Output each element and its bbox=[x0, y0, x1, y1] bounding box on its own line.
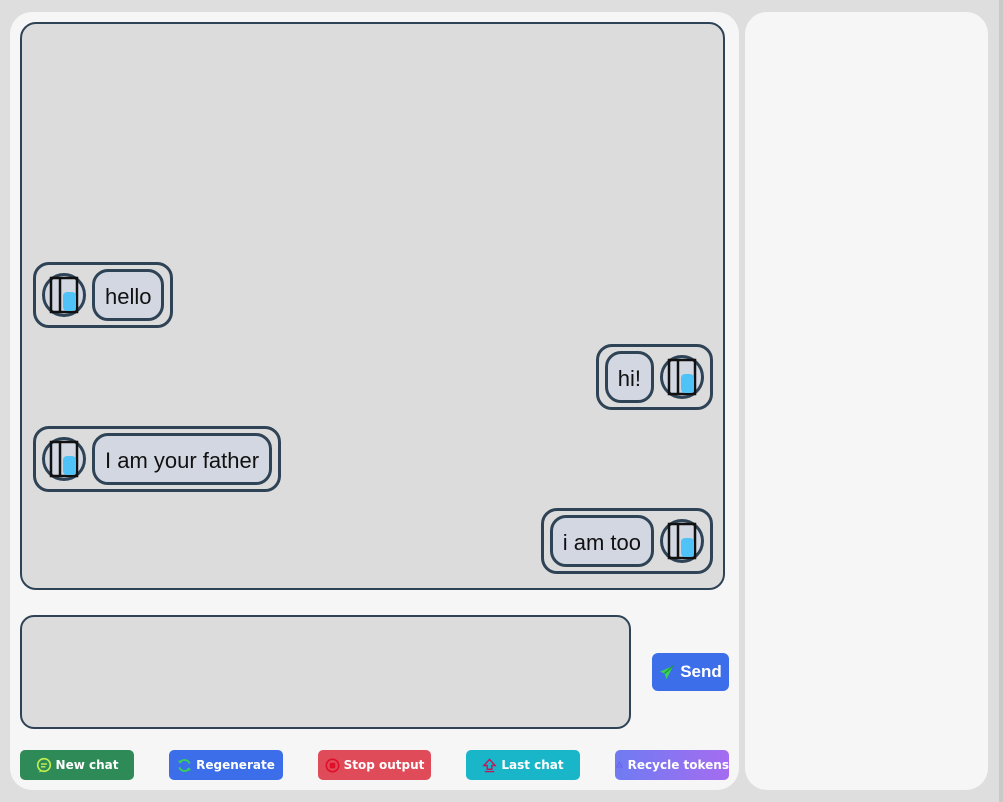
stop-output-button[interactable]: Stop output bbox=[318, 750, 431, 780]
message-user: I am your father bbox=[33, 426, 282, 492]
stop-output-label: Stop output bbox=[343, 758, 425, 772]
message-text: hi! bbox=[604, 351, 654, 403]
message-user: hello bbox=[33, 262, 174, 328]
recycle-icon bbox=[615, 760, 623, 768]
regenerate-button[interactable]: Regenerate bbox=[169, 750, 283, 780]
message-text: I am your father bbox=[92, 433, 273, 485]
avatar-icon bbox=[49, 276, 79, 314]
message-input[interactable] bbox=[20, 615, 631, 729]
chat-bubble-icon bbox=[36, 757, 51, 773]
avatar bbox=[42, 437, 86, 481]
recycle-tokens-button[interactable]: Recycle tokens bbox=[615, 750, 729, 780]
send-button[interactable]: Send bbox=[652, 653, 729, 691]
avatar bbox=[660, 519, 704, 563]
last-chat-button[interactable]: Last chat bbox=[466, 750, 580, 780]
send-label: Send bbox=[680, 662, 722, 681]
message-text: i am too bbox=[549, 515, 654, 567]
avatar bbox=[42, 273, 86, 317]
avatar bbox=[660, 355, 704, 399]
window-scrollbar[interactable] bbox=[999, 0, 1003, 802]
last-chat-label: Last chat bbox=[501, 758, 564, 772]
chat-history[interactable]: hello hi! I am your father i am too bbox=[20, 22, 725, 590]
message-text: hello bbox=[92, 269, 165, 321]
regenerate-label: Regenerate bbox=[196, 758, 275, 772]
message-assistant: i am too bbox=[540, 508, 713, 574]
message-assistant: hi! bbox=[595, 344, 713, 410]
refresh-icon bbox=[178, 758, 192, 772]
avatar-icon bbox=[667, 358, 697, 396]
avatar-icon bbox=[667, 522, 697, 560]
paper-plane-icon bbox=[660, 665, 674, 679]
stop-circle-icon bbox=[325, 757, 340, 773]
side-panel bbox=[745, 12, 988, 790]
avatar-icon bbox=[49, 440, 79, 478]
new-chat-button[interactable]: New chat bbox=[20, 750, 134, 780]
upload-arrow-icon bbox=[482, 757, 498, 772]
recycle-tokens-label: Recycle tokens bbox=[627, 758, 729, 772]
new-chat-label: New chat bbox=[55, 758, 119, 772]
